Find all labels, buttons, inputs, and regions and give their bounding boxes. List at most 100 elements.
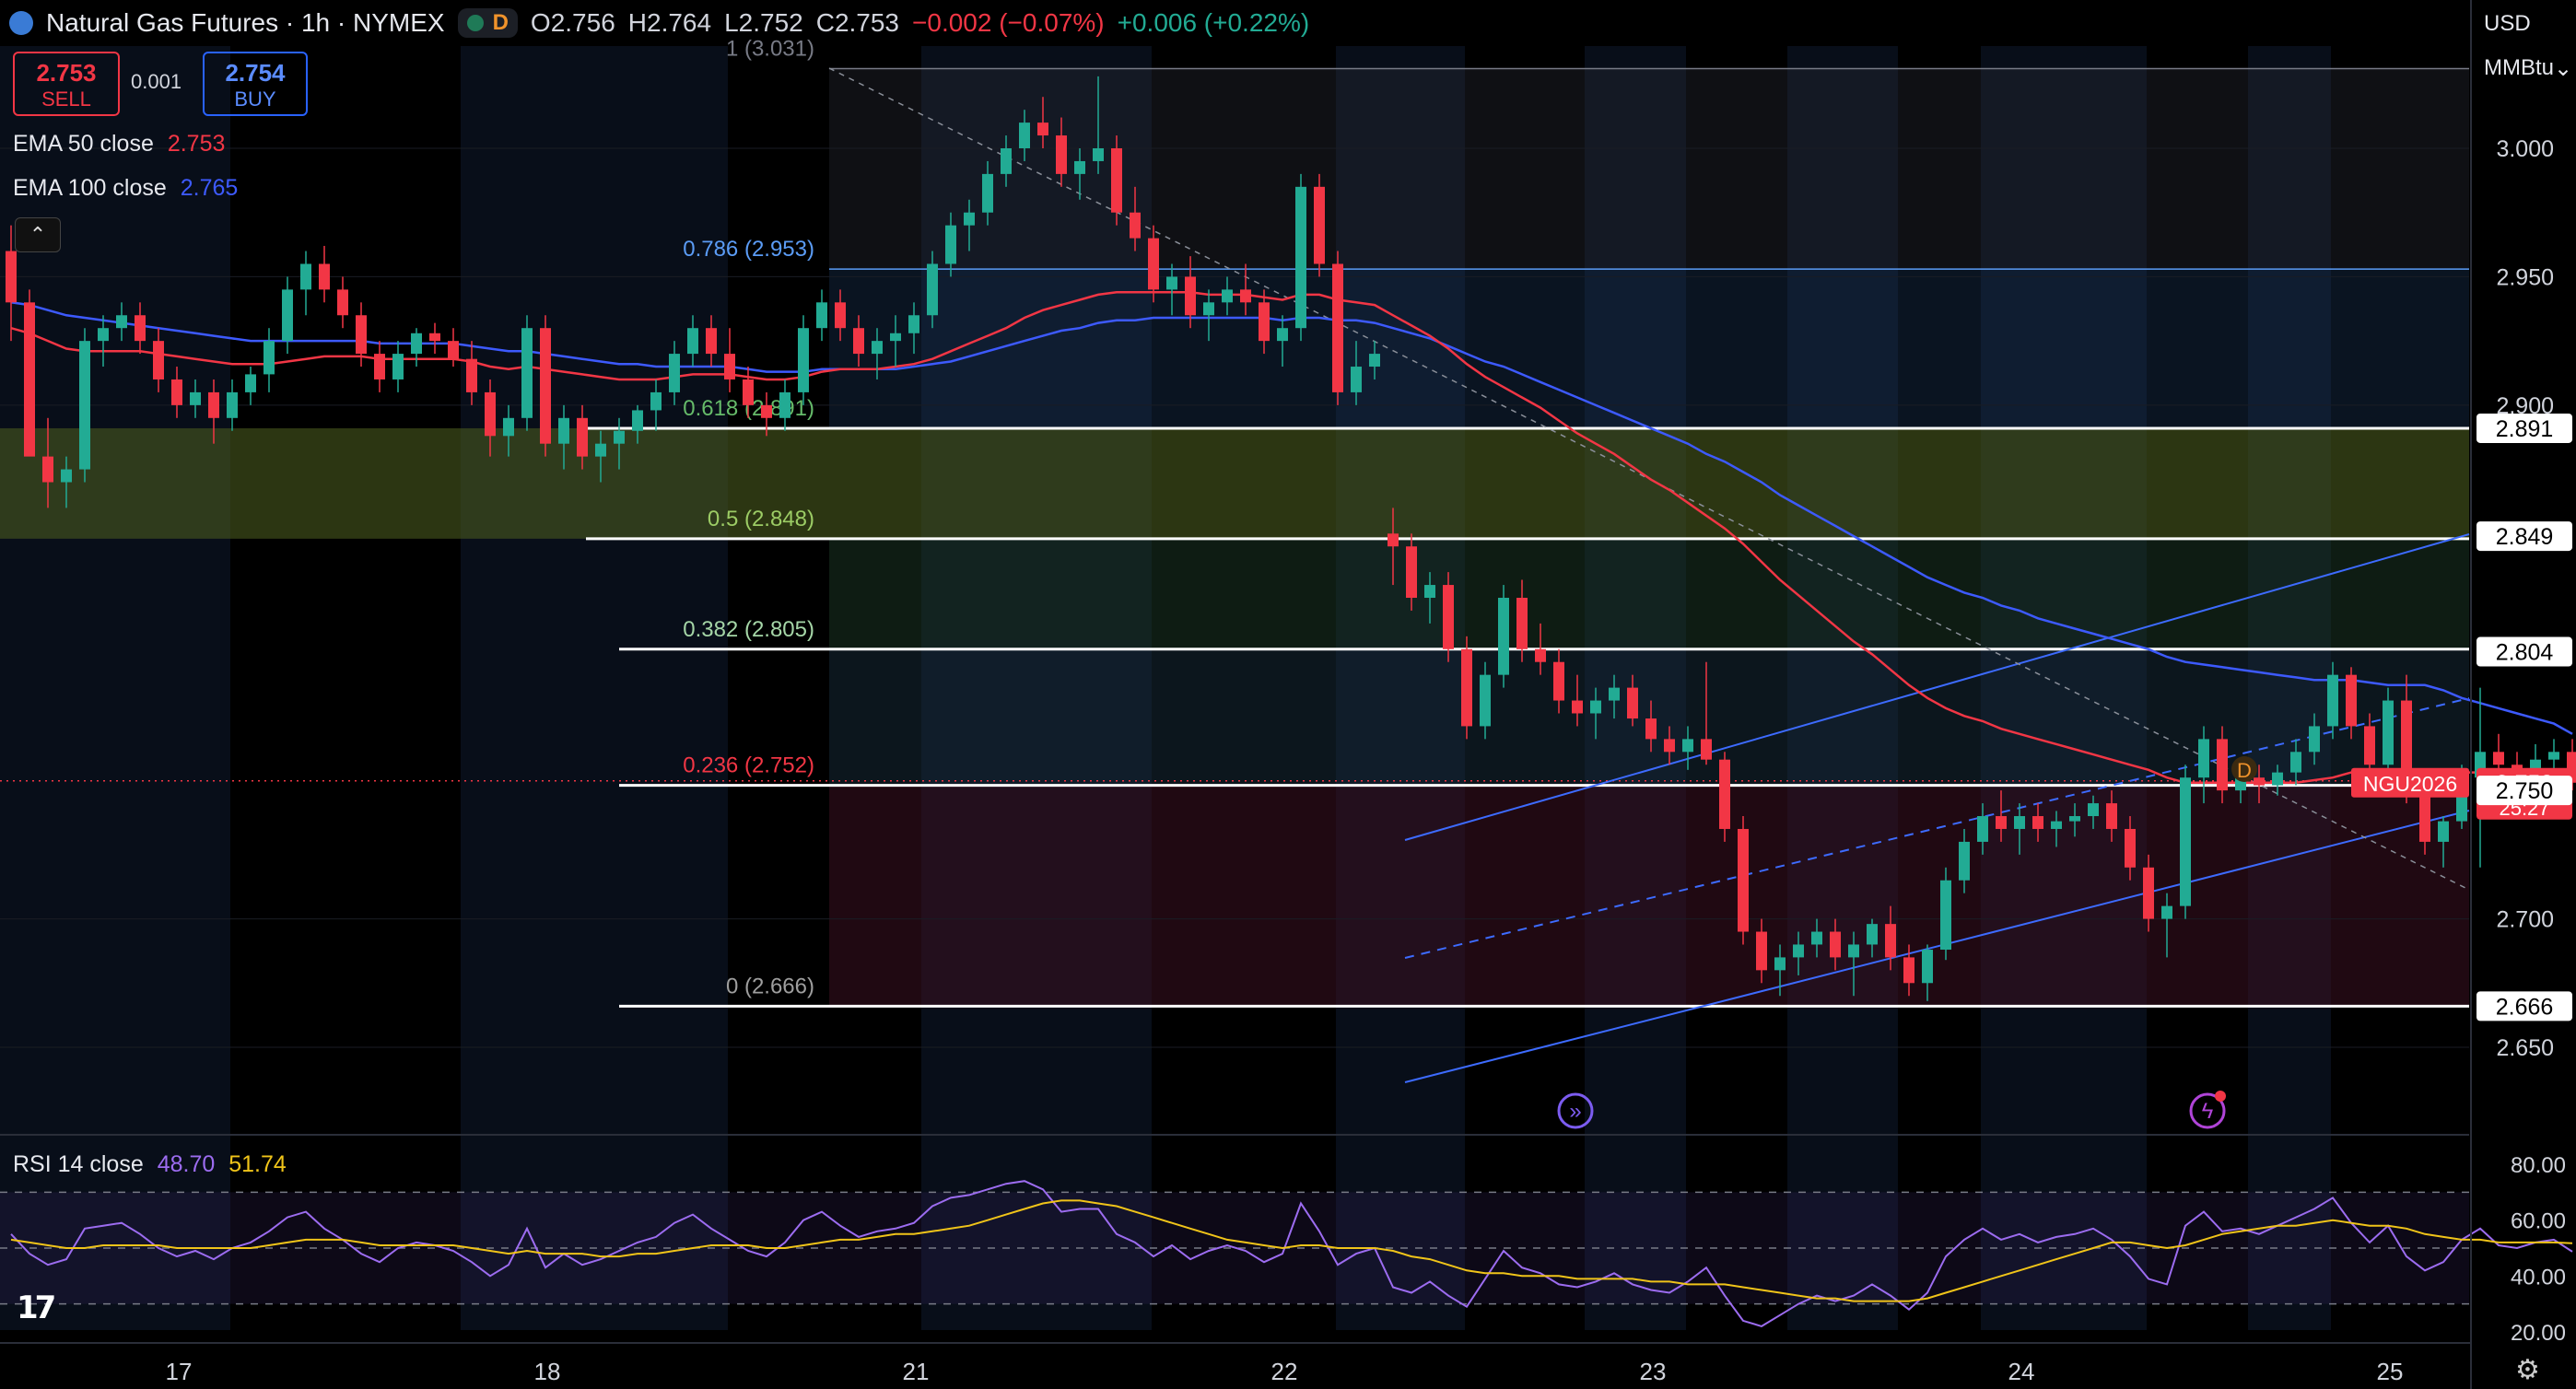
candle-body (595, 443, 606, 457)
candle-body (1774, 957, 1786, 971)
rsi-legend[interactable]: RSI 14 close 48.70 51.74 (13, 1151, 287, 1178)
candle-body (2069, 816, 2080, 822)
candle-body (208, 391, 219, 418)
unit-selector[interactable]: MMBtu ⌄ (2476, 48, 2574, 88)
candle-body (908, 315, 919, 333)
price-label-text: 2.750 (2496, 778, 2554, 804)
price-label: 2.804 (2476, 636, 2572, 667)
candle-body (964, 212, 975, 226)
chevron-down-icon: ⌄ (2554, 55, 2573, 81)
candle-body (2438, 821, 2449, 842)
candle-body (2383, 700, 2394, 765)
candle-body (779, 391, 790, 418)
candle-body (2051, 821, 2062, 829)
candle-body (171, 379, 182, 405)
candle (1295, 173, 1306, 342)
price-label-text: 2.804 (2496, 640, 2554, 666)
candle-body (1535, 648, 1546, 662)
ema50-label: EMA 50 close (13, 131, 154, 157)
candle-body (98, 328, 109, 342)
candle (245, 367, 256, 405)
candle-body (1277, 328, 1288, 342)
candle (1111, 135, 1122, 226)
candle-body (540, 328, 551, 444)
rsi-axis-label: 20.00 (2511, 1321, 2566, 1346)
ema50-value: 2.753 (167, 131, 226, 157)
candle-body (1369, 354, 1380, 368)
dividend-marker-label: D (2237, 759, 2252, 782)
candle-body (1240, 289, 1251, 303)
candle-body (466, 358, 477, 392)
gear-icon[interactable]: ⚙ (2515, 1354, 2540, 1386)
price-label-text: 2.666 (2496, 994, 2554, 1020)
candle-body (1516, 598, 1528, 649)
candle-body (1830, 931, 1841, 958)
candle-body (448, 341, 459, 359)
candle-body (1627, 687, 1638, 719)
candle-body (1388, 533, 1399, 547)
collapse-legend-button[interactable]: ⌃ (15, 217, 61, 252)
time-tick-label: 24 (2008, 1358, 2035, 1385)
price-chart[interactable]: 1 (3.031)0.786 (2.953)0.618 (2.891)0.5 (… (0, 0, 2576, 1389)
candle (1443, 572, 1454, 662)
candle-body (1793, 944, 1804, 958)
candle-body (1756, 931, 1767, 971)
candle-body (1056, 135, 1067, 174)
sell-label: SELL (41, 88, 91, 111)
candle-body (2493, 752, 2504, 765)
candle-body (1461, 648, 1472, 727)
candle-body (1682, 739, 1693, 753)
candle-body (743, 379, 754, 405)
candle-body (1203, 302, 1214, 316)
market-status[interactable]: D (457, 8, 518, 38)
candle-body (227, 391, 238, 418)
rsi-axis-label: 60.00 (2511, 1209, 2566, 1234)
candle (1940, 867, 1951, 961)
candle (779, 379, 790, 431)
candle (521, 315, 533, 431)
buy-price: 2.754 (225, 59, 286, 87)
ema100-legend[interactable]: EMA 100 close 2.765 (13, 175, 238, 202)
candle-body (1719, 759, 1730, 829)
candle-body (2161, 905, 2172, 919)
candle-body (1940, 880, 1951, 951)
candle-body (558, 417, 569, 444)
buy-label: BUY (234, 88, 276, 111)
candle-body (153, 341, 164, 379)
ema50-legend[interactable]: EMA 50 close 2.753 (13, 131, 225, 158)
spread-value: 0.001 (131, 70, 182, 93)
buy-button[interactable]: 2.754 BUY (203, 52, 308, 116)
currency-selector[interactable]: USD (2476, 4, 2574, 44)
candle (24, 289, 35, 457)
candle-body (614, 430, 625, 444)
candle-body (2180, 777, 2191, 906)
candle-body (356, 315, 367, 355)
candle-body (392, 354, 404, 379)
candle-body (2290, 752, 2301, 773)
candle (282, 276, 293, 355)
candle-body (1295, 186, 1306, 329)
candle (1738, 816, 1749, 945)
price-tick-label: 2.700 (2496, 907, 2554, 933)
candle (798, 315, 809, 405)
candle-body (1738, 828, 1749, 932)
candle-body (2364, 726, 2375, 765)
sell-button[interactable]: 2.753 SELL (13, 52, 120, 116)
price-label-text: 2.891 (2496, 416, 2554, 442)
candle-body (503, 417, 514, 437)
candle-body (2548, 752, 2559, 760)
time-tick-label: 23 (1640, 1358, 1667, 1385)
candle-body (411, 333, 422, 355)
symbol-title[interactable]: Natural Gas Futures · 1h · NYMEX (46, 8, 445, 38)
chart-stage[interactable]: 1 (3.031) 0.786 (2.953) 0.618 (2.891) 0.5 (… (0, 0, 2576, 1389)
price-tick-label: 2.650 (2496, 1035, 2554, 1061)
fib-label: 0.382 (2.805) (683, 617, 814, 642)
candle-body (485, 391, 496, 437)
fib-label: 0.5 (2.848) (708, 507, 814, 531)
candle-body (2125, 828, 2136, 868)
ohlc-change-ext: +0.006 (+0.22%) (1117, 8, 1310, 37)
candle-body (1351, 367, 1362, 392)
candle (411, 328, 422, 368)
tradingview-logo-icon[interactable]: 17 (17, 1290, 56, 1326)
ohlc-high: H2.764 (627, 8, 712, 37)
